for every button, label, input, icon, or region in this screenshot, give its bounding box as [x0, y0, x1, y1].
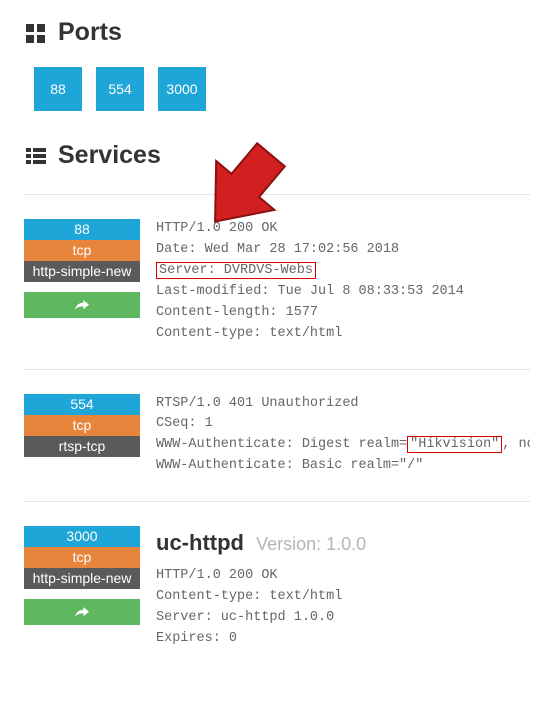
service-port-label: 88 — [24, 219, 140, 240]
response-line: CSeq: 1 — [156, 414, 530, 435]
ports-title: Ports — [58, 18, 122, 47]
goto-button[interactable] — [24, 292, 140, 318]
response-line: Content-length: 1577 — [156, 303, 530, 324]
service-response: uc-httpd Version: 1.0.0 HTTP/1.0 200 OK … — [156, 526, 530, 650]
service-proto-label: tcp — [24, 547, 140, 568]
service-port-label: 3000 — [24, 526, 140, 547]
version-label: Version: — [256, 534, 326, 554]
service-title-text: uc-httpd — [156, 530, 244, 555]
response-text: WWW-Authenticate: Digest realm= — [156, 437, 407, 452]
service-port-label: 554 — [24, 394, 140, 415]
response-line: Server: uc-httpd 1.0.0 — [156, 608, 530, 629]
response-line: Content-type: text/html — [156, 324, 530, 345]
response-line: HTTP/1.0 200 OK — [156, 219, 530, 240]
services-title: Services — [58, 141, 161, 170]
port-list: 88 554 3000 — [34, 67, 530, 111]
service-block: 3000 tcp http-simple-new uc-httpd Versio… — [24, 526, 530, 650]
response-line: WWW-Authenticate: Basic realm="/" — [156, 456, 530, 477]
grid-icon — [24, 21, 48, 45]
goto-button[interactable] — [24, 599, 140, 625]
services-header: Services — [24, 141, 530, 170]
service-name-label: rtsp-tcp — [24, 436, 140, 457]
response-line: WWW-Authenticate: Digest realm="Hikvisio… — [156, 435, 530, 456]
response-line: Last-modified: Tue Jul 8 08:33:53 2014 — [156, 282, 530, 303]
service-proto-label: tcp — [24, 240, 140, 261]
service-title: uc-httpd Version: 1.0.0 — [156, 526, 530, 560]
port-pill[interactable]: 3000 — [158, 67, 206, 111]
service-side-labels: 3000 tcp http-simple-new — [24, 526, 140, 625]
service-name-label: http-simple-new — [24, 261, 140, 282]
response-line: RTSP/1.0 401 Unauthorized — [156, 394, 530, 415]
divider — [24, 501, 530, 502]
highlight-box: Server: DVRDVS-Webs — [156, 262, 316, 279]
version-value: 1.0.0 — [326, 534, 366, 554]
service-block: 88 tcp http-simple-new HTTP/1.0 200 OK D… — [24, 219, 530, 345]
port-pill[interactable]: 554 — [96, 67, 144, 111]
divider — [24, 369, 530, 370]
highlight-box: "Hikvision" — [407, 436, 502, 453]
port-pill[interactable]: 88 — [34, 67, 82, 111]
list-icon — [24, 144, 48, 168]
response-line: Content-type: text/html — [156, 587, 530, 608]
response-line: HTTP/1.0 200 OK — [156, 566, 530, 587]
response-line: Date: Wed Mar 28 17:02:56 2018 — [156, 240, 530, 261]
response-text: , nonce= — [502, 437, 530, 452]
service-response: RTSP/1.0 401 Unauthorized CSeq: 1 WWW-Au… — [156, 394, 530, 478]
response-line: Server: DVRDVS-Webs — [156, 261, 530, 282]
response-line: Expires: 0 — [156, 629, 530, 650]
service-response: HTTP/1.0 200 OK Date: Wed Mar 28 17:02:5… — [156, 219, 530, 345]
service-block: 554 tcp rtsp-tcp RTSP/1.0 401 Unauthoriz… — [24, 394, 530, 478]
service-side-labels: 88 tcp http-simple-new — [24, 219, 140, 318]
divider — [24, 194, 530, 195]
service-proto-label: tcp — [24, 415, 140, 436]
ports-header: Ports — [24, 18, 530, 47]
service-name-label: http-simple-new — [24, 568, 140, 589]
service-side-labels: 554 tcp rtsp-tcp — [24, 394, 140, 457]
